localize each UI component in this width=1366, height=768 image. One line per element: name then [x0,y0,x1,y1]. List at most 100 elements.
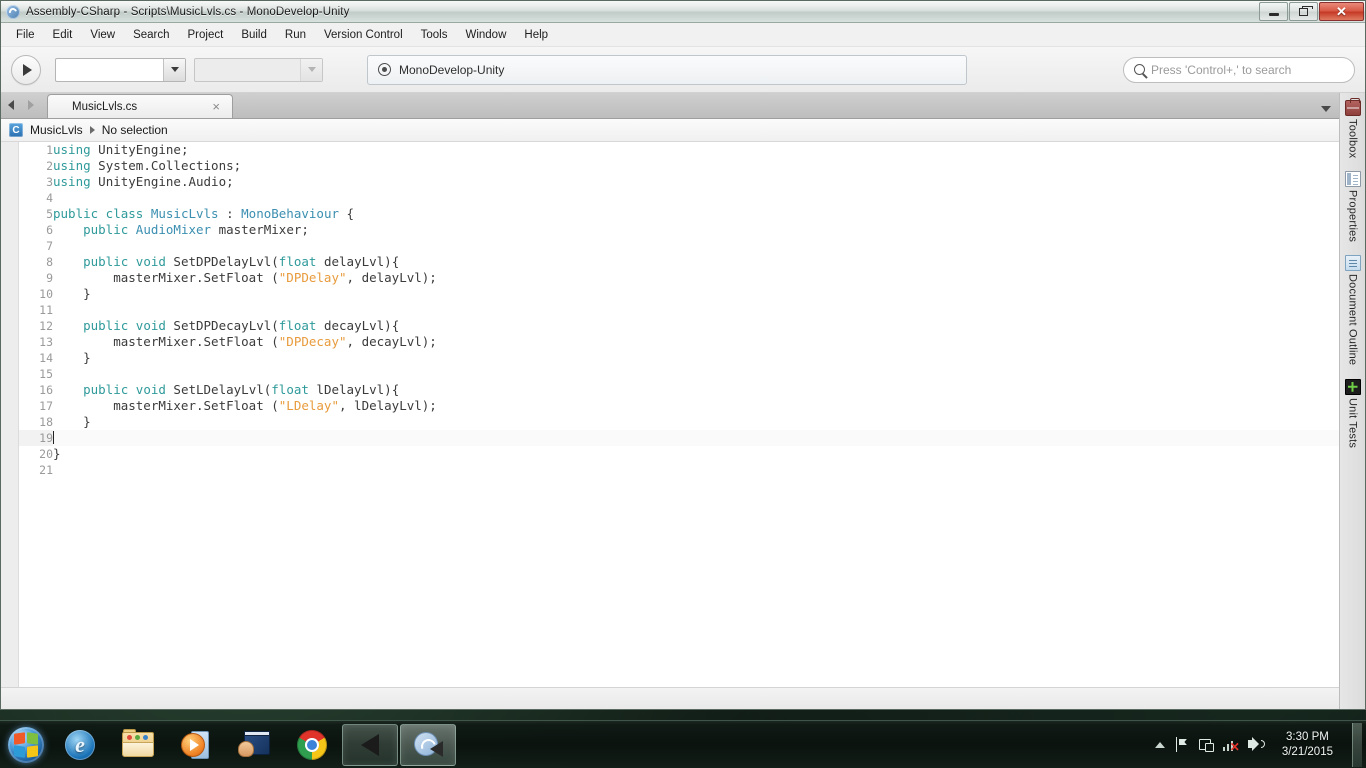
code-line-text[interactable]: } [53,350,1339,366]
taskbar-chrome[interactable] [284,724,340,766]
line-number: 16 [19,382,53,398]
taskbar-internet-explorer[interactable] [52,724,108,766]
status-panel-text: MonoDevelop-Unity [399,62,505,77]
configuration-combo-value [56,59,163,81]
code-line-text[interactable] [53,238,1339,254]
start-button[interactable] [2,723,50,767]
code-line-text[interactable] [53,462,1339,478]
line-number: 4 [19,190,53,206]
menu-file[interactable]: File [7,26,44,44]
line-number: 15 [19,366,53,382]
clock[interactable]: 3:30 PM 3/21/2015 [1274,730,1341,760]
code-line-text[interactable]: public void SetDPDecayLvl(float decayLvl… [53,318,1339,334]
line-number: 3 [19,174,53,190]
taskbar-windows-explorer[interactable] [110,724,166,766]
run-button[interactable] [11,54,41,85]
code-line-text[interactable]: masterMixer.SetFloat ("DPDecay", decayLv… [53,334,1339,350]
line-number: 20 [19,446,53,462]
toolbox-icon [1344,98,1361,116]
code-line-text[interactable]: public void SetLDelayLvl(float lDelayLvl… [53,382,1339,398]
menu-window[interactable]: Window [456,26,515,44]
code-line-text[interactable]: using UnityEngine; [53,142,1339,158]
pad-unit-tests-label: Unit Tests [1346,397,1359,448]
code-line-text[interactable] [53,430,1339,446]
document-tabstrip: MusicLvls.cs × [1,93,1339,119]
configuration-combo[interactable] [55,57,186,82]
breadcrumb-member[interactable]: No selection [102,123,168,137]
code-line-text[interactable] [53,302,1339,318]
taskbar-monodevelop[interactable] [400,723,456,766]
taskbar-media-player[interactable] [168,724,224,766]
speaker-icon[interactable] [1247,737,1265,752]
code-editor[interactable]: 1 using UnityEngine; 2 using System.Collect… [1,142,1339,687]
code-line-text[interactable]: } [53,414,1339,430]
chrome-icon [297,729,327,760]
eject-icon[interactable] [1198,737,1214,752]
menu-tools[interactable]: Tools [412,26,457,44]
status-panel[interactable]: MonoDevelop-Unity [367,54,967,85]
code-line: 2 using System.Collections; [19,158,1339,174]
close-icon: ✕ [1336,4,1347,19]
minimize-button[interactable] [1259,2,1288,21]
pad-properties[interactable]: Properties [1344,168,1361,250]
code-line-text[interactable]: } [53,446,1339,462]
code-line: 4 [19,190,1339,206]
pad-toolbox[interactable]: Toolbox [1344,97,1361,166]
code-line: 19 [19,430,1339,446]
menu-help[interactable]: Help [515,26,557,44]
search-placeholder: Press 'Control+,' to search [1151,62,1292,77]
breadcrumb-class[interactable]: MusicLvls [30,123,83,137]
maximize-button[interactable] [1289,2,1318,21]
show-desktop-button[interactable] [1352,722,1362,767]
code-line-text[interactable]: public AudioMixer masterMixer; [53,222,1339,238]
code-line: 14 } [19,350,1339,366]
window-titlebar[interactable]: Assembly-CSharp - Scripts\MusicLvls.cs -… [1,1,1365,23]
platform-combo[interactable] [194,57,323,82]
windows-taskbar: ✕ 3:30 PM 3/21/2015 [0,720,1366,768]
clock-date: 3/21/2015 [1281,745,1333,758]
menu-search[interactable]: Search [124,26,178,44]
tab-musiclvls-cs[interactable]: MusicLvls.cs × [47,94,233,118]
chevron-up-icon[interactable] [1154,741,1165,748]
nav-back-button[interactable] [1,92,21,118]
editor-scroll-area[interactable]: 1 using UnityEngine; 2 using System.Collect… [19,142,1339,687]
close-button[interactable]: ✕ [1319,2,1364,21]
code-line-text[interactable] [53,190,1339,206]
pad-document-outline[interactable]: Document Outline [1344,252,1361,373]
menu-build[interactable]: Build [232,26,276,44]
code-line-text[interactable]: public void SetDPDelayLvl(float delayLvl… [53,254,1339,270]
chevron-down-icon[interactable] [163,58,185,81]
line-number: 9 [19,270,53,286]
nav-forward-button[interactable] [21,92,41,118]
code-line: 20} [19,446,1339,462]
menu-edit[interactable]: Edit [44,26,82,44]
pad-unit-tests[interactable]: Unit Tests [1344,376,1361,456]
code-line: 7 [19,238,1339,254]
code-line-text[interactable]: using UnityEngine.Audio; [53,174,1339,190]
code-line-text[interactable]: masterMixer.SetFloat ("LDelay", lDelayLv… [53,398,1339,414]
menu-version-control[interactable]: Version Control [315,26,412,44]
clock-time: 3:30 PM [1286,730,1329,743]
code-line-text[interactable]: using System.Collections; [53,158,1339,174]
code-line: 1 using UnityEngine; [19,142,1339,158]
search-input[interactable]: Press 'Control+,' to search [1123,56,1355,83]
menu-run[interactable]: Run [276,26,315,44]
network-bars-icon[interactable]: ✕ [1222,737,1240,753]
taskbar-unity[interactable] [342,723,398,766]
main-toolbar: MonoDevelop-Unity Press 'Control+,' to s… [1,47,1365,93]
code-line-text[interactable]: } [53,286,1339,302]
internet-explorer-icon [65,729,95,760]
chevron-down-icon[interactable] [1321,106,1331,112]
editor-fold-margin [1,142,19,687]
code-line-text[interactable]: public class MusicLvls : MonoBehaviour { [53,206,1339,222]
flag-icon[interactable] [1174,737,1189,752]
menu-project[interactable]: Project [179,26,233,44]
tab-close-icon[interactable]: × [212,100,220,113]
menu-view[interactable]: View [81,26,124,44]
code-line-text[interactable] [53,366,1339,382]
taskbar-remote-desktop[interactable] [226,724,282,766]
code-line-text[interactable]: masterMixer.SetFloat ("DPDelay", delayLv… [53,270,1339,286]
pad-toolbox-label: Toolbox [1346,119,1359,159]
chevron-down-icon[interactable] [300,58,322,81]
tab-label: MusicLvls.cs [72,100,138,113]
